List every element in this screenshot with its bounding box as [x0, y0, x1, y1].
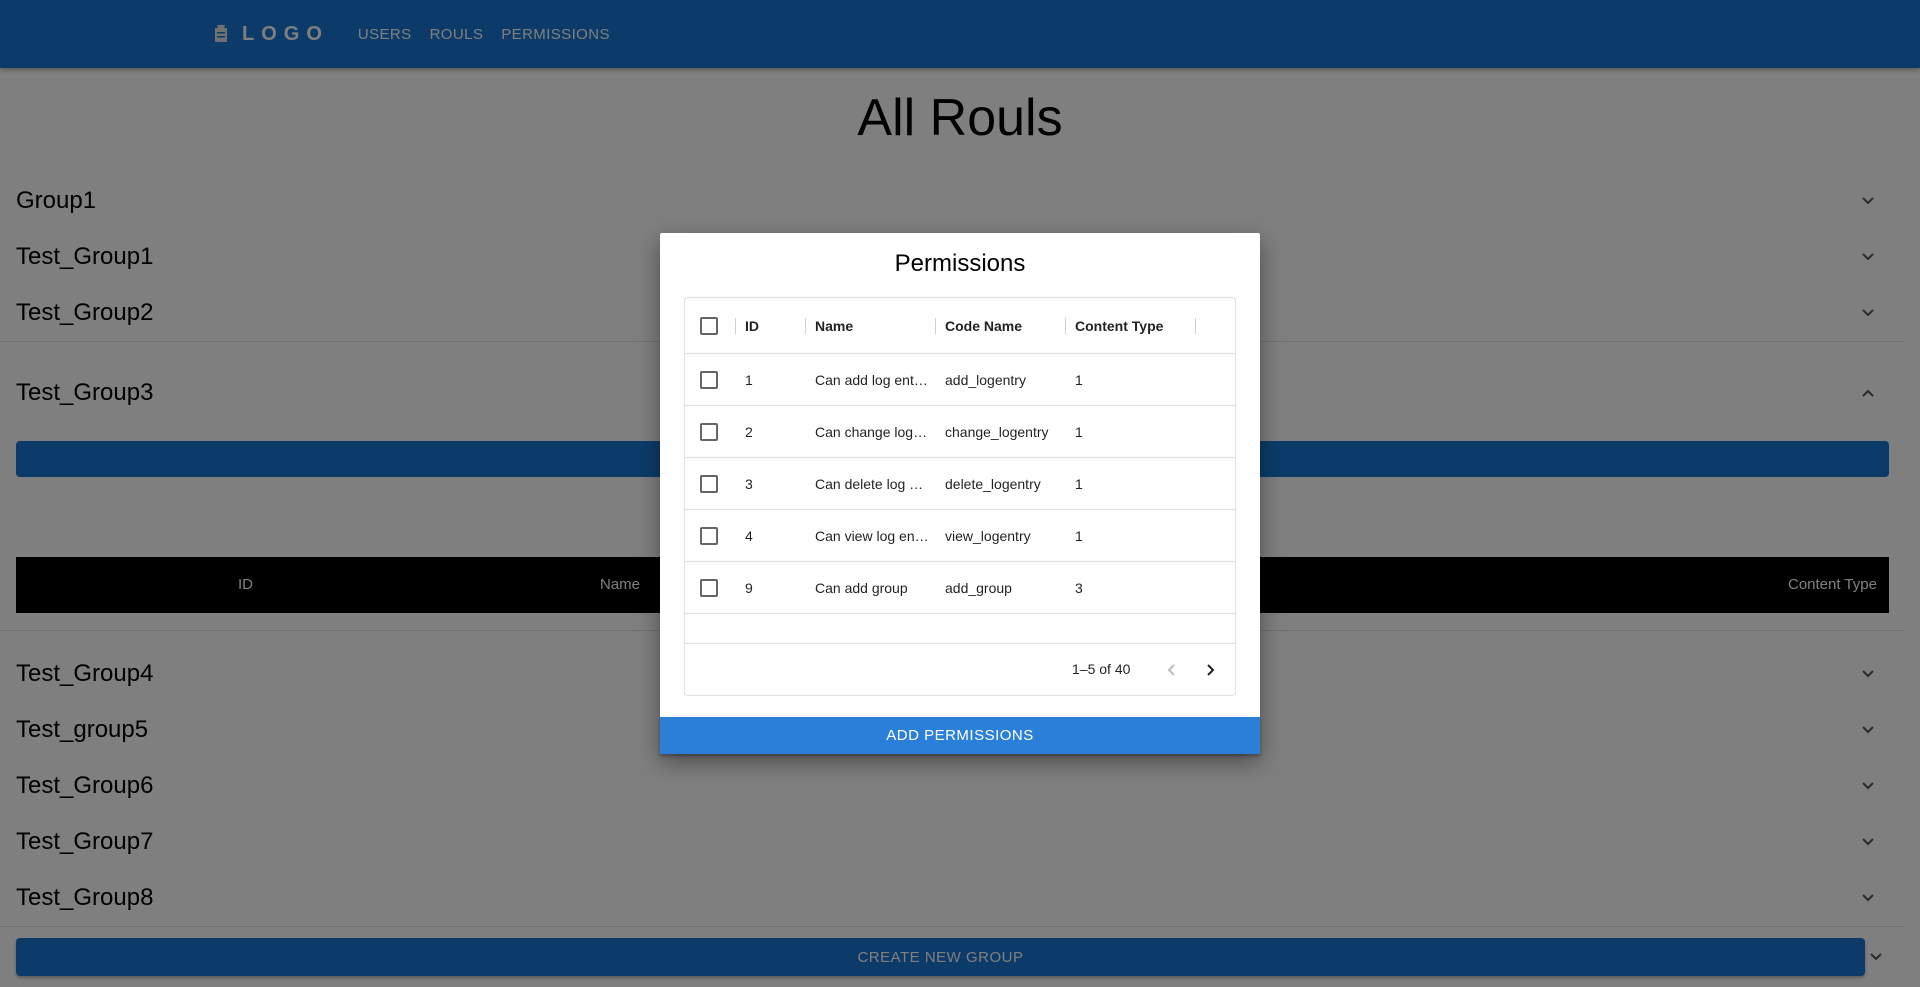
cell-code-name: change_logentry [945, 423, 1049, 440]
table-row[interactable]: 1 Can add log ent… add_logentry 1 [685, 354, 1235, 406]
cell-id: 1 [745, 371, 753, 388]
cell-code-name: add_group [945, 579, 1012, 596]
cell-code-name: view_logentry [945, 527, 1031, 544]
cell-id: 3 [745, 475, 753, 492]
grid-pagination: 1–5 of 40 [685, 643, 1235, 695]
row-checkbox[interactable] [700, 526, 718, 545]
row-checkbox[interactable] [700, 474, 718, 493]
cell-content-type: 1 [1075, 371, 1083, 388]
permissions-grid: ID Name Code Name Content Type 1 Can add… [684, 297, 1236, 696]
cell-name: Can add log ent… [815, 371, 927, 388]
cell-content-type: 1 [1075, 527, 1083, 544]
row-checkbox[interactable] [700, 422, 718, 441]
cell-name: Can view log en… [815, 527, 927, 544]
row-checkbox[interactable] [700, 578, 718, 597]
cell-content-type: 1 [1075, 423, 1083, 440]
table-row[interactable]: 4 Can view log en… view_logentry 1 [685, 510, 1235, 562]
cell-id: 4 [745, 527, 753, 544]
chevron-left-icon[interactable] [1159, 658, 1183, 682]
pagination-label: 1–5 of 40 [1072, 661, 1131, 677]
grid-header-row: ID Name Code Name Content Type [685, 298, 1235, 354]
table-row[interactable]: 3 Can delete log … delete_logentry 1 [685, 458, 1235, 510]
dialog-title: Permissions [894, 250, 1026, 277]
cell-content-type: 3 [1075, 579, 1083, 596]
column-header-name[interactable]: Name [815, 298, 853, 353]
column-header-id[interactable]: ID [745, 298, 759, 353]
cell-content-type: 1 [1075, 475, 1083, 492]
column-header-content-type[interactable]: Content Type [1075, 298, 1163, 353]
column-header-code-name[interactable]: Code Name [945, 298, 1022, 353]
select-all-checkbox[interactable] [700, 316, 718, 335]
table-row[interactable]: 2 Can change log… change_logentry 1 [685, 406, 1235, 458]
cell-name: Can delete log … [815, 475, 924, 492]
cell-name: Can change log… [815, 423, 927, 440]
table-row[interactable]: 9 Can add group add_group 3 [685, 562, 1235, 614]
permissions-dialog: Permissions ID Name Code Name Content Ty… [660, 233, 1260, 754]
row-checkbox[interactable] [700, 370, 718, 389]
cell-code-name: delete_logentry [945, 475, 1041, 492]
cell-name: Can add group [815, 579, 908, 596]
add-permissions-button[interactable]: ADD PERMISSIONS [660, 717, 1260, 754]
cell-id: 9 [745, 579, 753, 596]
cell-id: 2 [745, 423, 753, 440]
cell-code-name: add_logentry [945, 371, 1026, 388]
chevron-right-icon[interactable] [1199, 658, 1223, 682]
